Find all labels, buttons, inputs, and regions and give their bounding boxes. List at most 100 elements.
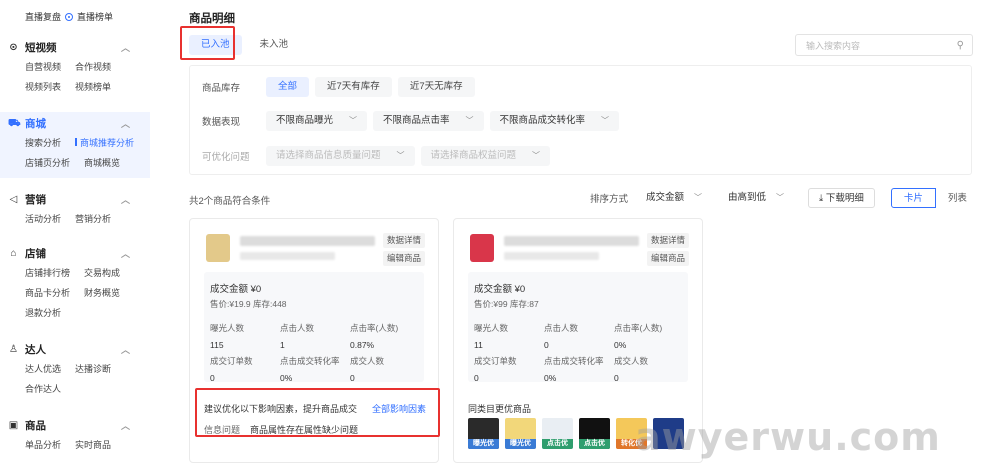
sidebar-head-short-video[interactable]: ⊙ 短视频 ︿ bbox=[0, 38, 150, 56]
metric-value: 0.87% bbox=[350, 340, 375, 350]
chevron-up-icon[interactable]: ︿ bbox=[121, 117, 130, 130]
metric: 点击人数 1 bbox=[280, 322, 314, 350]
chevron-up-icon[interactable]: ︿ bbox=[121, 247, 130, 260]
peer-products-title: 同类目更优商品 bbox=[468, 404, 532, 414]
metric-value: 0 bbox=[350, 373, 355, 383]
dropdown-placeholder: 请选择商品权益问题 bbox=[430, 150, 517, 161]
view-list-button[interactable]: 列表 bbox=[935, 188, 980, 208]
sidebar-section-marketing: ◁ 营销 ︿ 活动分析 营销分析 bbox=[0, 190, 150, 228]
filter-label: 可优化问题 bbox=[202, 152, 250, 163]
metric-label: 点击率(人数) bbox=[614, 323, 663, 333]
download-button[interactable]: ⤓ 下载明细 bbox=[808, 188, 875, 208]
info-quality-dropdown[interactable]: 请选择商品信息质量问题 ﹀ bbox=[266, 146, 415, 166]
peer-product-thumb[interactable]: 曝光优 bbox=[468, 418, 499, 449]
search-icon[interactable]: ⚲ bbox=[957, 40, 964, 51]
exposure-dropdown[interactable]: 不限商品曝光 ﹀ bbox=[266, 111, 368, 131]
sidebar-item-live-ranking[interactable]: 直播榜单 bbox=[77, 10, 113, 23]
metric-label: 点击人数 bbox=[280, 323, 315, 333]
sidebar-item[interactable]: 达人优选 bbox=[25, 362, 61, 375]
sidebar-head-product[interactable]: ▣ 商品 ︿ bbox=[0, 416, 150, 434]
sidebar-head-store[interactable]: ⌂ 店铺 ︿ bbox=[0, 244, 150, 262]
peer-product-thumb[interactable]: 点击优 bbox=[542, 418, 573, 449]
sidebar-item[interactable]: 店铺排行榜 bbox=[25, 266, 70, 279]
peer-tag: 点击优 bbox=[542, 439, 573, 449]
sidebar-item[interactable]: 商城概览 bbox=[84, 156, 120, 169]
sidebar-item[interactable]: 实时商品 bbox=[75, 438, 111, 451]
megaphone-icon: ◁ bbox=[9, 193, 18, 205]
view-toggle: 卡片 列表 bbox=[890, 188, 980, 208]
metric-value: 0 bbox=[210, 373, 215, 383]
product-subtitle-blurred bbox=[240, 252, 335, 260]
chevron-up-icon[interactable]: ︿ bbox=[121, 419, 130, 432]
tab-not-in-pool[interactable]: 未入池 bbox=[248, 35, 301, 55]
sidebar-item-current[interactable]: 商城推荐分析 bbox=[75, 136, 134, 149]
benefit-dropdown[interactable]: 请选择商品权益问题 ﹀ bbox=[420, 146, 551, 166]
chevron-down-icon: ﹀ bbox=[776, 193, 785, 202]
edit-product-button[interactable]: 编辑商品 bbox=[382, 251, 425, 266]
filter-option-no-stock[interactable]: 近7天无库存 bbox=[397, 77, 475, 97]
gmv-text: 成交金额 ¥0 bbox=[474, 284, 526, 295]
sidebar-item[interactable]: 退款分析 bbox=[25, 306, 61, 319]
sidebar-item[interactable]: 单品分析 bbox=[25, 438, 61, 451]
dropdown-value: 不限商品点击率 bbox=[383, 115, 450, 126]
section-title: 商城 bbox=[25, 117, 46, 130]
sidebar-item[interactable]: 合作视频 bbox=[75, 60, 111, 73]
dropdown-placeholder: 请选择商品信息质量问题 bbox=[276, 150, 381, 161]
sidebar-item[interactable]: 视频列表 bbox=[25, 80, 61, 93]
edit-product-button[interactable]: 编辑商品 bbox=[646, 251, 689, 266]
conversion-dropdown[interactable]: 不限商品成交转化率 ﹀ bbox=[489, 111, 620, 131]
metric-label: 点击人数 bbox=[544, 323, 579, 333]
chevron-up-icon[interactable]: ︿ bbox=[121, 343, 130, 356]
sidebar-head-marketing[interactable]: ◁ 营销 ︿ bbox=[0, 190, 150, 208]
sidebar-item[interactable]: 搜索分析 bbox=[25, 136, 61, 149]
sidebar-head-influencer[interactable]: ♙ 达人 ︿ bbox=[0, 340, 150, 358]
data-detail-button[interactable]: 数据详情 bbox=[646, 233, 689, 248]
view-card-button[interactable]: 卡片 bbox=[890, 188, 936, 208]
product-thumbnail[interactable] bbox=[206, 234, 230, 262]
sort-field-dropdown[interactable]: 成交金额 ﹀ bbox=[636, 188, 713, 208]
sort-order-dropdown[interactable]: 由高到低 ﹀ bbox=[718, 188, 795, 208]
section-title: 营销 bbox=[25, 193, 46, 206]
dropdown-value: 不限商品成交转化率 bbox=[499, 115, 586, 126]
chevron-down-icon: ﹀ bbox=[396, 151, 405, 160]
sidebar-item[interactable]: 自营视频 bbox=[25, 60, 61, 73]
price-stock-text: 售价:¥19.9 库存:448 bbox=[210, 299, 287, 309]
sidebar-item[interactable]: 营销分析 bbox=[75, 212, 111, 225]
sidebar-item[interactable]: 交易构成 bbox=[84, 266, 120, 279]
price-stock-text: 售价:¥99 库存:87 bbox=[474, 299, 539, 309]
store-icon: ⌂ bbox=[10, 247, 17, 259]
product-thumbnail[interactable] bbox=[470, 234, 494, 262]
product-title-blurred bbox=[240, 236, 375, 246]
page-title: 商品明细 bbox=[189, 13, 235, 25]
sidebar-top-row: 直播复盘 直播榜单 bbox=[25, 10, 113, 23]
peer-tag: 点击优 bbox=[579, 439, 610, 449]
sidebar-item[interactable]: 商品卡分析 bbox=[25, 286, 70, 299]
metric-value: 0 bbox=[614, 373, 619, 383]
section-title: 达人 bbox=[25, 343, 46, 356]
sidebar-section-store: ⌂ 店铺 ︿ 店铺排行榜 交易构成 商品卡分析 财务概览 退款分析 bbox=[0, 244, 150, 322]
cart-icon: ⛟ bbox=[8, 117, 21, 129]
metric: 点击率(人数) 0% bbox=[614, 322, 662, 350]
search-input[interactable]: 输入搜索内容 ⚲ bbox=[795, 34, 973, 56]
sidebar-item[interactable]: 视频榜单 bbox=[75, 80, 111, 93]
sidebar-item[interactable]: 财务概览 bbox=[84, 286, 120, 299]
chevron-up-icon[interactable]: ︿ bbox=[121, 193, 130, 206]
sidebar-item[interactable]: 达播诊断 bbox=[75, 362, 111, 375]
metric: 曝光人数 11 bbox=[474, 322, 508, 350]
metric-label: 成交人数 bbox=[614, 356, 649, 366]
metric-label: 点击成交转化率 bbox=[280, 356, 340, 366]
filter-row-stock: 商品库存 全部 近7天有库存 近7天无库存 bbox=[202, 77, 475, 97]
filter-option-all[interactable]: 全部 bbox=[266, 77, 310, 97]
peer-product-thumb[interactable]: 点击优 bbox=[579, 418, 610, 449]
metric-value: 11 bbox=[474, 340, 483, 350]
filter-option-in-stock[interactable]: 近7天有库存 bbox=[315, 77, 392, 97]
sidebar-head-mall[interactable]: ⛟ 商城 ︿ bbox=[0, 114, 150, 132]
data-detail-button[interactable]: 数据详情 bbox=[382, 233, 425, 248]
sidebar-item[interactable]: 合作达人 bbox=[25, 382, 61, 395]
sidebar-item-live-review[interactable]: 直播复盘 bbox=[25, 10, 61, 23]
chevron-up-icon[interactable]: ︿ bbox=[121, 41, 130, 54]
ctr-dropdown[interactable]: 不限商品点击率 ﹀ bbox=[373, 111, 484, 131]
peer-product-thumb[interactable]: 曝光优 bbox=[505, 418, 536, 449]
sidebar-item[interactable]: 店铺页分析 bbox=[25, 156, 70, 169]
sidebar-item[interactable]: 活动分析 bbox=[25, 212, 61, 225]
